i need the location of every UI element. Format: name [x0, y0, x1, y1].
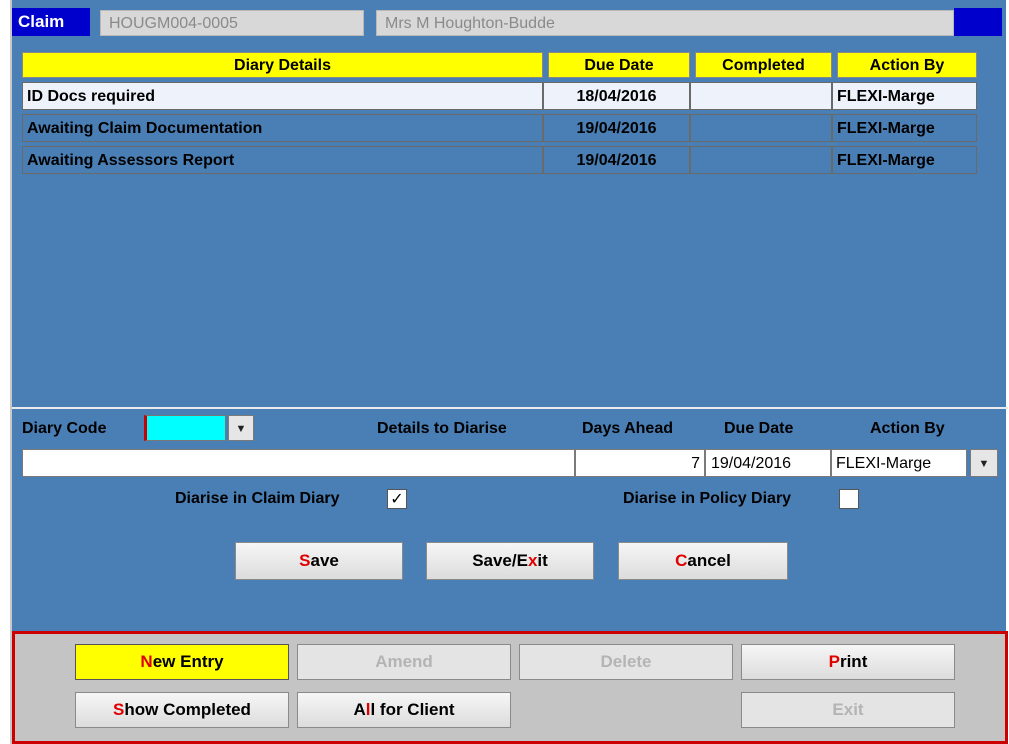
details-to-diarise-label: Details to Diarise	[377, 420, 507, 437]
claim-number-field: HOUGM004-0005	[100, 10, 364, 36]
all-for-client-button[interactable]: All for Client	[297, 692, 511, 728]
days-ahead-input[interactable]: 7	[575, 449, 705, 477]
print-button[interactable]: Print	[741, 644, 955, 680]
diary-code-dropdown-icon[interactable]: ▼	[228, 415, 254, 441]
section-divider	[12, 407, 1008, 409]
exit-button: Exit	[741, 692, 955, 728]
claim-diary-label: Diarise in Claim Diary	[175, 490, 340, 507]
row-1-details[interactable]: ID Docs required	[22, 82, 543, 110]
policy-diary-checkbox[interactable]	[839, 489, 859, 509]
new-entry-button[interactable]: New Entry	[75, 644, 289, 680]
row-3-details[interactable]: Awaiting Assessors Report	[22, 146, 543, 174]
diary-code-label: Diary Code	[22, 420, 107, 437]
row-2-due-date[interactable]: 19/04/2016	[543, 114, 690, 142]
claim-diary-checkbox[interactable]: ✓	[387, 489, 407, 509]
diary-code-input[interactable]	[144, 415, 226, 441]
due-date-input[interactable]: 19/04/2016	[705, 449, 831, 477]
delete-button: Delete	[519, 644, 733, 680]
column-header-diary-details: Diary Details	[22, 52, 543, 78]
claim-label: Claim	[12, 8, 90, 36]
row-1-action-by[interactable]: FLEXI-Marge	[832, 82, 977, 110]
row-2-details[interactable]: Awaiting Claim Documentation	[22, 114, 543, 142]
action-by-dropdown-icon[interactable]: ▼	[970, 449, 998, 477]
check-mark-icon: ✓	[390, 491, 404, 508]
column-header-action-by: Action By	[837, 52, 977, 78]
show-completed-button[interactable]: Show Completed	[75, 692, 289, 728]
amend-button: Amend	[297, 644, 511, 680]
policy-diary-label: Diarise in Policy Diary	[623, 490, 792, 507]
action-by-select[interactable]: FLEXI-Marge	[831, 449, 967, 477]
row-1-completed[interactable]	[690, 82, 832, 110]
save-exit-button[interactable]: Save/Exit	[426, 542, 594, 580]
row-3-due-date[interactable]: 19/04/2016	[543, 146, 690, 174]
cancel-button[interactable]: Cancel	[618, 542, 788, 580]
details-input[interactable]	[22, 449, 575, 477]
column-header-completed: Completed	[695, 52, 832, 78]
days-ahead-label: Days Ahead	[582, 420, 673, 437]
save-button[interactable]: Save	[235, 542, 403, 580]
action-by-label: Action By	[870, 420, 945, 437]
row-3-action-by[interactable]: FLEXI-Marge	[832, 146, 977, 174]
header-end-block	[954, 8, 1002, 36]
client-name-field: Mrs M Houghton-Budde	[376, 10, 954, 36]
row-1-due-date[interactable]: 18/04/2016	[543, 82, 690, 110]
bottom-action-panel: New Entry Amend Delete Print Show Comple…	[12, 631, 1008, 744]
column-header-due-date: Due Date	[548, 52, 690, 78]
row-2-action-by[interactable]: FLEXI-Marge	[832, 114, 977, 142]
due-date-label: Due Date	[724, 420, 794, 437]
row-2-completed[interactable]	[690, 114, 832, 142]
row-3-completed[interactable]	[690, 146, 832, 174]
claim-diary-window: Claim HOUGM004-0005 Mrs M Houghton-Budde…	[10, 0, 1008, 744]
